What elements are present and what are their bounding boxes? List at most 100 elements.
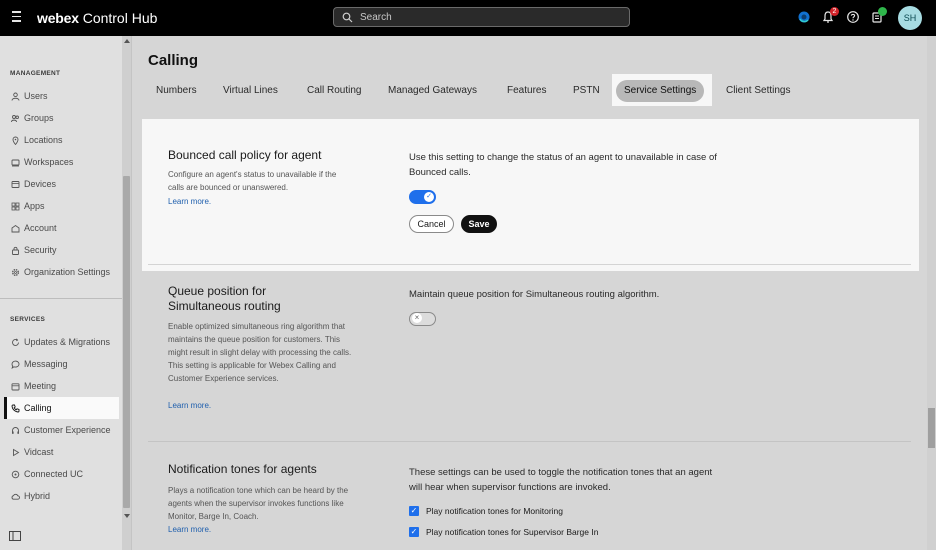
- sidebar-item-security[interactable]: Security: [4, 239, 119, 261]
- brand-bold: webex: [37, 10, 79, 26]
- sidebar-item-label: Messaging: [24, 359, 68, 369]
- sidebar-item-customer-experience[interactable]: Customer Experience: [4, 419, 119, 441]
- cancel-button[interactable]: Cancel: [409, 215, 454, 233]
- chat-icon: [10, 359, 20, 369]
- sidebar-item-label: Locations: [24, 135, 63, 145]
- sidebar-scroll-thumb[interactable]: [123, 176, 130, 508]
- location-pin-icon: [10, 135, 20, 145]
- connected-icon: [10, 469, 20, 479]
- sidebar-item-connected-uc[interactable]: Connected UC: [4, 463, 119, 485]
- sidebar-item-workspaces[interactable]: Workspaces: [4, 151, 119, 173]
- brand-rest: Control Hub: [78, 10, 158, 26]
- queue-position-description: Enable optimized simultaneous ring algor…: [168, 322, 352, 383]
- device-icon: [10, 179, 20, 189]
- notification-learn-more-link[interactable]: Learn more.: [168, 525, 211, 534]
- sidebar-item-hybrid[interactable]: Hybrid: [4, 485, 119, 507]
- bounced-call-title: Bounced call policy for agent: [168, 148, 322, 162]
- sidebar-item-organization-settings[interactable]: Organization Settings: [4, 261, 119, 283]
- bounced-call-description: Configure an agent's status to unavailab…: [168, 170, 337, 192]
- tab-numbers[interactable]: Numbers: [156, 80, 197, 102]
- tab-pstn[interactable]: PSTN: [573, 80, 600, 102]
- customer-icon: [10, 425, 20, 435]
- bounced-call-toggle[interactable]: ✓: [409, 190, 436, 204]
- services-header: SERVICES: [10, 316, 46, 323]
- workspace-icon: [10, 157, 20, 167]
- bounced-setting-text: Use this setting to change the status of…: [409, 152, 717, 178]
- notification-tones-title: Notification tones for agents: [168, 462, 317, 476]
- option-label: Play notification tones for Monitoring: [426, 506, 564, 516]
- sidebar-item-account[interactable]: Account: [4, 217, 119, 239]
- page-title: Calling: [148, 52, 199, 69]
- sidebar-item-label: Updates & Migrations: [24, 337, 111, 347]
- option-label: Play notification tones for Supervisor B…: [426, 527, 599, 537]
- scroll-down-arrow[interactable]: [124, 514, 130, 518]
- tab-service-settings[interactable]: Service Settings: [616, 80, 705, 102]
- apps-icon: [10, 201, 20, 211]
- main-scroll-thumb[interactable]: [928, 408, 935, 448]
- tab-client-settings[interactable]: Client Settings: [726, 80, 790, 102]
- sidebar: MANAGEMENT Users Groups Locations Worksp…: [0, 36, 132, 550]
- search-icon: [342, 12, 353, 23]
- tab-virtual-lines[interactable]: Virtual Lines: [223, 80, 278, 102]
- sidebar-item-updates-migrations[interactable]: Updates & Migrations: [4, 331, 119, 353]
- monitoring-tone-option[interactable]: ✓ Play notification tones for Monitoring: [409, 505, 563, 517]
- help-icon[interactable]: [846, 10, 860, 24]
- collapse-sidebar-icon[interactable]: [9, 531, 21, 541]
- lock-icon: [10, 245, 20, 255]
- tab-managed-gateways[interactable]: Managed Gateways: [388, 80, 477, 102]
- queue-position-title-line2: Simultaneous routing: [168, 299, 281, 313]
- sidebar-item-label: Calling: [24, 403, 52, 413]
- queue-setting-text: Maintain queue position for Simultaneous…: [409, 289, 660, 300]
- sidebar-item-vidcast[interactable]: Vidcast: [4, 441, 119, 463]
- sidebar-item-label: Apps: [24, 201, 45, 211]
- group-icon: [10, 113, 20, 123]
- bounced-learn-more-link[interactable]: Learn more.: [168, 197, 211, 206]
- notification-tones-description: Plays a notification tone which can be h…: [168, 486, 349, 521]
- sidebar-item-meeting[interactable]: Meeting: [4, 375, 119, 397]
- sidebar-item-label: Connected UC: [24, 469, 84, 479]
- webex-assistant-icon[interactable]: [797, 10, 811, 24]
- sidebar-item-users[interactable]: Users: [4, 85, 119, 107]
- sidebar-item-label: Vidcast: [24, 447, 54, 457]
- sidebar-item-label: Devices: [24, 179, 57, 189]
- sidebar-scrollbar[interactable]: [122, 36, 131, 550]
- barge-in-tone-option[interactable]: ✓ Play notification tones for Supervisor …: [409, 526, 598, 538]
- search-box[interactable]: [333, 7, 630, 27]
- person-icon: [10, 91, 20, 101]
- tab-call-routing[interactable]: Call Routing: [307, 80, 361, 102]
- phone-icon: [10, 403, 20, 413]
- sidebar-item-label: Account: [24, 223, 57, 233]
- sidebar-item-apps[interactable]: Apps: [4, 195, 119, 217]
- management-header: MANAGEMENT: [10, 70, 61, 77]
- checkbox-checked-icon[interactable]: ✓: [409, 506, 419, 516]
- save-button[interactable]: Save: [461, 215, 497, 233]
- bounced-call-card: [142, 119, 919, 271]
- avatar[interactable]: SH: [898, 6, 922, 30]
- main-scrollbar[interactable]: [927, 36, 936, 550]
- sidebar-item-messaging[interactable]: Messaging: [4, 353, 119, 375]
- top-bar: webex Control Hub 2 SH: [0, 0, 936, 36]
- sidebar-item-devices[interactable]: Devices: [4, 173, 119, 195]
- sidebar-item-label: Workspaces: [24, 157, 74, 167]
- sidebar-item-groups[interactable]: Groups: [4, 107, 119, 129]
- sidebar-divider: [0, 298, 122, 299]
- sidebar-item-calling[interactable]: Calling: [4, 397, 119, 419]
- queue-position-toggle[interactable]: [409, 312, 436, 326]
- refresh-icon: [10, 337, 20, 347]
- gear-icon: [10, 267, 20, 277]
- status-check-badge: [878, 7, 887, 16]
- search-input[interactable]: [360, 10, 620, 24]
- tab-features[interactable]: Features: [507, 80, 546, 102]
- brand-logo: webex Control Hub: [37, 10, 157, 26]
- notification-badge: 2: [830, 7, 839, 16]
- section-separator: [148, 441, 911, 442]
- sidebar-item-label: Users: [24, 91, 48, 101]
- checkbox-checked-icon[interactable]: ✓: [409, 527, 419, 537]
- queue-learn-more-link[interactable]: Learn more.: [168, 401, 211, 410]
- play-icon: [10, 447, 20, 457]
- scroll-up-arrow[interactable]: [124, 39, 130, 43]
- menu-icon[interactable]: [12, 11, 22, 25]
- check-icon: ✓: [426, 193, 432, 200]
- sidebar-item-label: Groups: [24, 113, 54, 123]
- sidebar-item-locations[interactable]: Locations: [4, 129, 119, 151]
